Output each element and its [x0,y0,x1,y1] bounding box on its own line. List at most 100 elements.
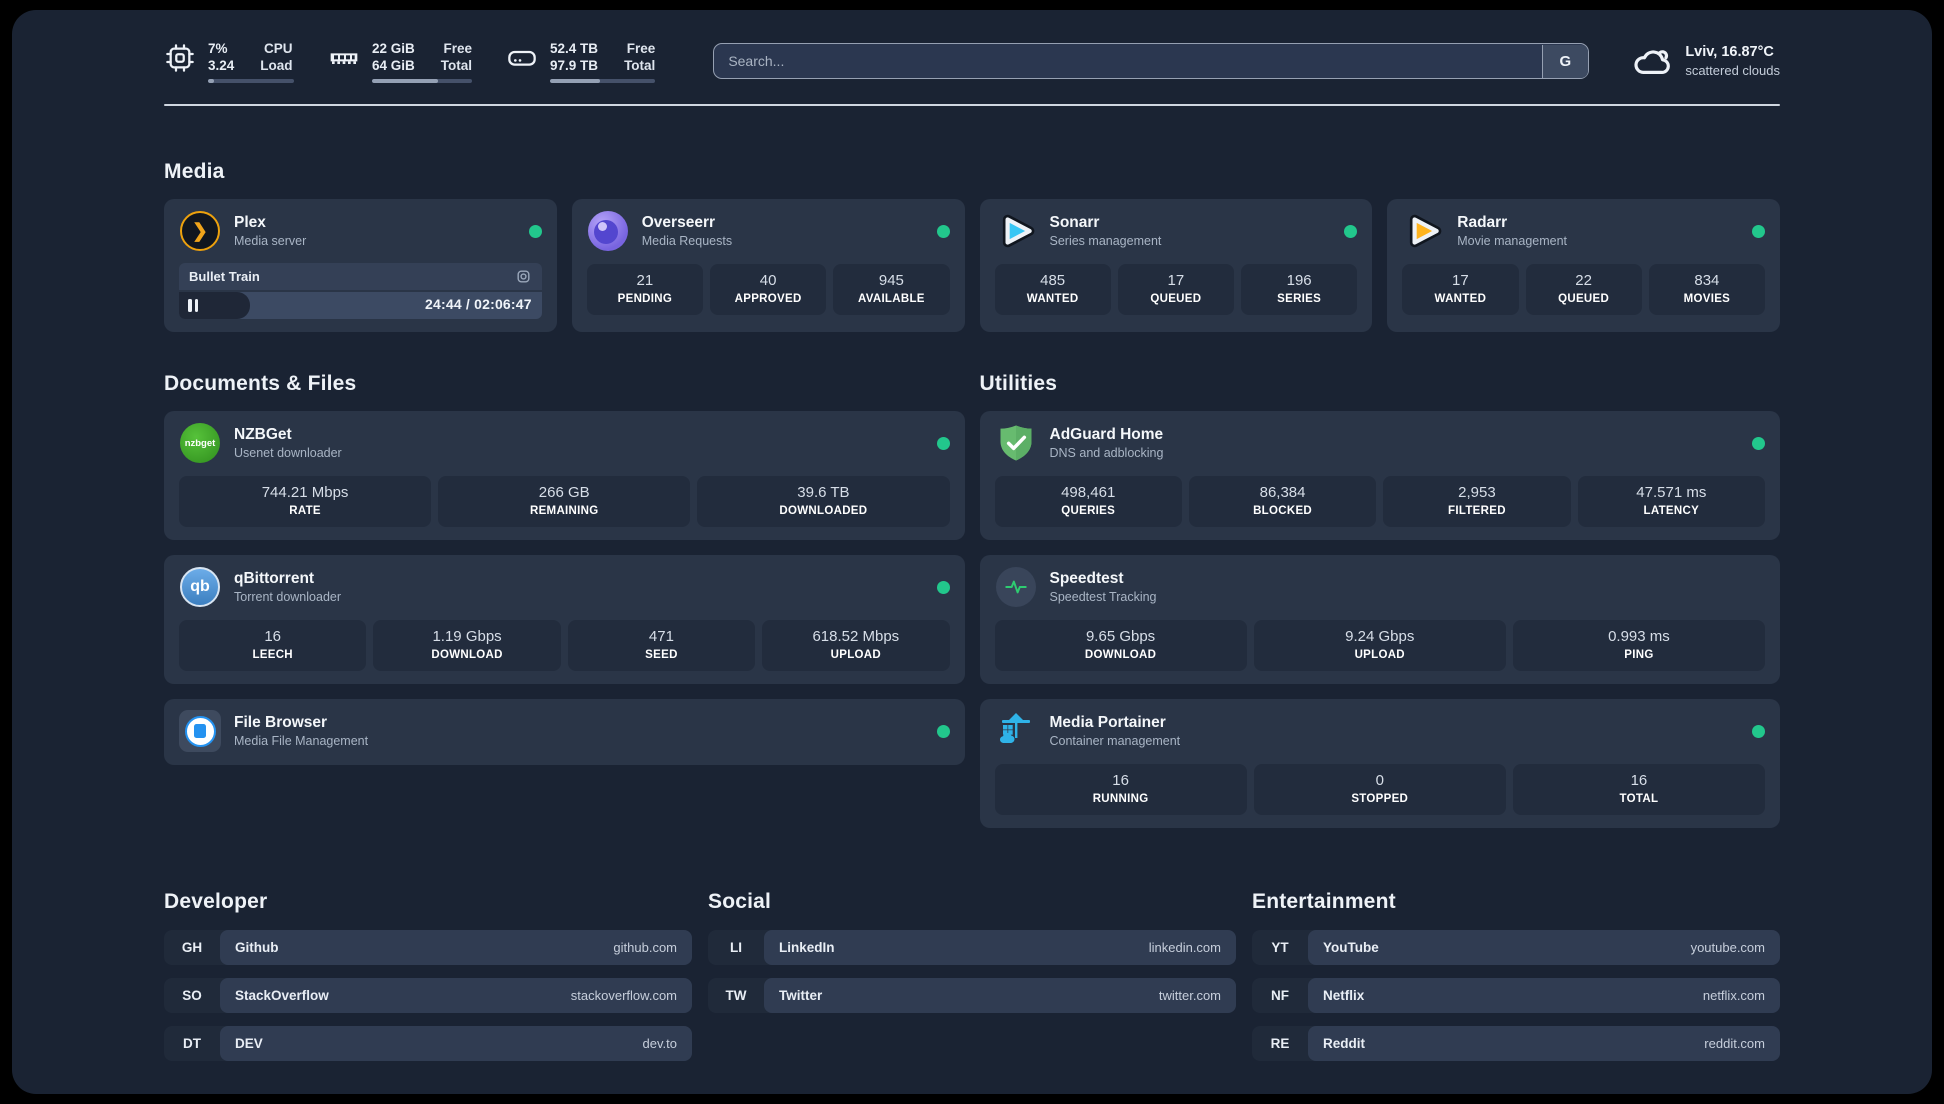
link-stackoverflow[interactable]: SO StackOverflow stackoverflow.com [164,978,692,1013]
app-name: AdGuard Home [1049,425,1164,443]
status-online-dot [1752,724,1765,738]
app-description: Media File Management [234,733,369,748]
filebrowser-icon [179,710,221,752]
search-bar: G [713,43,1590,79]
link-youtube[interactable]: YT YouTube youtube.com [1252,930,1780,965]
link-reddit[interactable]: RE Reddit reddit.com [1252,1026,1780,1061]
link-url: stackoverflow.com [570,988,677,1003]
ram-free-value: 22 GiB [372,40,415,56]
link-name: Reddit [1323,1036,1365,1051]
stat-remaining: 266 GB REMAINING [438,476,691,527]
link-linkedin[interactable]: LI LinkedIn linkedin.com [708,930,1236,965]
cpu-load-label: Load [260,57,293,73]
app-card-overseerr[interactable]: Overseerr Media Requests 21 PENDING 40 APP… [571,199,965,332]
app-card-radarr[interactable]: Radarr Movie management 17 WANTED 22 QUEUE… [1387,199,1780,332]
link-abbr: DT [183,1036,201,1051]
app-card-speedtest[interactable]: Speedtest Speedtest Tracking 9.65 Gbps DO… [979,555,1780,684]
app-card-filebrowser[interactable]: File Browser Media File Management [164,699,965,765]
link-name: StackOverflow [235,988,329,1003]
link-abbr: TW [725,988,747,1003]
app-card-adguard[interactable]: AdGuard Home DNS and adblocking 498,461 Q… [979,411,1780,540]
app-card-plex[interactable]: ❯ Plex Media server Bullet Train 24:44 /… [164,199,557,332]
section-title-documents: Documents & Files [164,372,357,395]
stat-filtered: 2,953 FILTERED [1383,476,1571,527]
app-name: Plex [234,213,266,231]
stat-seed: 471 SEED [567,620,756,671]
ram-stat: 22 GiB 64 GiB Free Total [328,40,473,83]
stat-approved: 40 APPROVED [710,264,827,315]
search-input[interactable] [713,43,1590,79]
cpu-progress-fill [208,78,215,83]
link-netflix[interactable]: NF Netflix netflix.com [1252,978,1780,1013]
app-name: Speedtest [1049,569,1124,587]
radarr-icon [1410,214,1442,248]
section-title-media: Media [164,160,225,183]
app-description: Container management [1049,733,1181,748]
app-card-sonarr[interactable]: Sonarr Series management 485 WANTED 17 QUE… [979,199,1373,332]
stat-wanted: 17 WANTED [1402,264,1519,315]
plex-now-playing: Bullet Train 24:44 / 02:06:47 [179,263,542,319]
adguard-icon [1000,425,1031,461]
stat-running: 16 RUNNING [994,764,1247,815]
app-description: Media Requests [641,233,733,248]
header-divider [164,104,1780,106]
app-card-qbittorrent[interactable]: qb qBittorrent Torrent downloader 16 LEEC… [164,555,965,684]
stat-blocked: 86,384 BLOCKED [1188,476,1377,527]
section-title-developer: Developer [164,890,268,913]
app-description: Series management [1049,233,1162,248]
cpu-label: CPU [264,40,293,56]
status-online-dot [1344,224,1358,238]
stat-upload: 618.52 Mbps UPLOAD [762,620,950,671]
link-twitter[interactable]: TW Twitter twitter.com [708,978,1236,1013]
app-name: NZBGet [234,425,292,443]
app-name: Sonarr [1049,213,1100,231]
link-name: Netflix [1323,988,1365,1003]
disk-stat: 52.4 TB 97.9 TB Free Total [506,40,656,83]
plex-icon: ❯ [180,211,220,251]
status-online-dot [936,224,950,238]
cpu-icon [166,43,194,72]
section-title-social: Social [708,890,772,913]
ram-free-label: Free [443,40,473,56]
stat-queued: 22 QUEUED [1525,264,1642,315]
disk-free-label: Free [626,40,656,56]
stat-download: 9.65 Gbps DOWNLOAD [994,620,1247,671]
app-description: Media server [234,233,307,248]
app-name: qBittorrent [234,569,315,587]
now-playing-title: Bullet Train [189,269,260,284]
link-dev-to[interactable]: DT DEV dev.to [164,1026,692,1061]
stat-available: 945 AVAILABLE [833,264,950,315]
speedtest-icon [995,567,1036,607]
app-name: Radarr [1457,213,1508,231]
stat-total: 16 TOTAL [1512,764,1765,815]
weather-widget: Lviv, 16.87°C scattered clouds [1631,40,1780,82]
entertainment-section: Entertainment YT YouTube youtube.com NF … [1252,890,1780,1061]
app-description: Movie management [1457,233,1568,248]
app-name: Media Portainer [1049,713,1166,731]
nzbget-icon: nzbget [180,423,220,463]
ram-progress-track [372,78,473,83]
cpu-progress-track [208,78,294,83]
ram-icon [330,52,358,64]
link-github[interactable]: GH Github github.com [164,930,692,965]
app-card-nzbget[interactable]: nzbget NZBGet Usenet downloader 744.21 M… [164,411,965,540]
cpu-load-value: 3.24 [208,57,235,73]
stat-leech: 16 LEECH [179,620,367,671]
disk-progress-track [550,78,656,83]
pause-icon [188,299,198,312]
stat-series: 196 SERIES [1241,264,1358,315]
search-engine-button[interactable]: G [1541,44,1588,78]
disk-progress-fill [550,78,600,83]
link-abbr: SO [182,988,202,1003]
link-name: YouTube [1323,940,1379,955]
playback-progress-bar[interactable]: 24:44 / 02:06:47 [179,292,542,319]
status-online-dot [936,724,950,738]
stat-upload: 9.24 Gbps UPLOAD [1253,620,1506,671]
stat-download: 1.19 Gbps DOWNLOAD [373,620,561,671]
app-name: File Browser [234,713,328,731]
ram-total-value: 64 GiB [372,57,415,73]
app-description: Torrent downloader [234,589,342,604]
link-url: twitter.com [1158,988,1221,1003]
app-card-portainer[interactable]: Media Portainer Container management 16 R… [979,699,1780,828]
stat-queued: 17 QUEUED [1117,264,1234,315]
